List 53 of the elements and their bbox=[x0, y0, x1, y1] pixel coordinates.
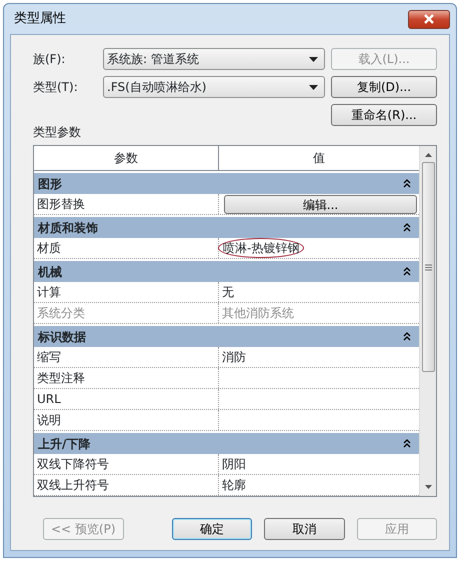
dropdown[interactable]: .FS(自动喷淋给水) bbox=[103, 76, 325, 98]
column-header[interactable]: 参数 bbox=[34, 146, 219, 170]
field-label: 族(F): bbox=[33, 51, 66, 68]
group-label: 材质和装饰 bbox=[38, 220, 98, 236]
group-label: 标识数据 bbox=[38, 328, 86, 346]
parameter-name: 系统分类 bbox=[34, 303, 219, 323]
section-label: 类型参数 bbox=[33, 124, 82, 141]
collapse-icon[interactable] bbox=[403, 439, 411, 448]
grip-icon bbox=[424, 264, 432, 270]
dropdown-arrow-icon bbox=[309, 84, 318, 90]
group-label: 图形 bbox=[38, 176, 62, 192]
parameter-name: 材质 bbox=[34, 238, 219, 258]
parameter-name: 说明 bbox=[34, 410, 219, 430]
scroll-down-icon[interactable] bbox=[424, 484, 432, 490]
close-button[interactable] bbox=[408, 10, 450, 28]
group-header[interactable]: 标识数据 bbox=[34, 326, 419, 347]
dialog-button[interactable]: 确定 bbox=[172, 518, 252, 540]
group-label: 机械 bbox=[38, 264, 62, 280]
parameter-value: 轮廓 bbox=[222, 477, 246, 494]
scroll-up-icon[interactable] bbox=[424, 152, 432, 158]
scroll-thumb[interactable] bbox=[422, 162, 434, 372]
collapse-icon[interactable] bbox=[403, 332, 411, 341]
parameter-value: 消防 bbox=[222, 349, 246, 366]
parameter-name: 类型注释 bbox=[34, 368, 219, 388]
parameter-name: 双线上升符号 bbox=[34, 475, 219, 495]
parameter-name: URL bbox=[34, 389, 219, 409]
group-header[interactable]: 材质和装饰 bbox=[34, 217, 419, 238]
side-button[interactable]: 重命名(R)... bbox=[331, 104, 437, 126]
collapse-icon[interactable] bbox=[403, 179, 411, 188]
side-button[interactable]: 复制(D)... bbox=[331, 76, 437, 98]
parameter-value: 无 bbox=[222, 284, 234, 301]
parameter-value: 喷淋-热镀锌钢 bbox=[218, 238, 304, 258]
dialog-button[interactable]: 取消 bbox=[264, 518, 344, 540]
scrollbar[interactable] bbox=[419, 146, 436, 496]
group-label: 上升/下降 bbox=[38, 436, 90, 452]
column-header[interactable]: 值 bbox=[219, 146, 419, 170]
parameter-name: 缩写 bbox=[34, 347, 219, 367]
edit-button[interactable]: 编辑... bbox=[224, 194, 417, 214]
parameter-name: 计算 bbox=[34, 282, 219, 302]
window-title: 类型属性 bbox=[13, 10, 66, 28]
dropdown[interactable]: 系统族: 管道系统 bbox=[103, 48, 325, 70]
close-icon bbox=[423, 14, 435, 24]
parameter-name: 图形替换 bbox=[34, 194, 219, 214]
field-label: 类型(T): bbox=[33, 79, 79, 96]
group-header[interactable]: 机械 bbox=[34, 261, 419, 282]
dropdown-arrow-icon bbox=[309, 56, 318, 62]
group-header[interactable]: 上升/下降 bbox=[34, 433, 419, 454]
collapse-icon[interactable] bbox=[403, 267, 411, 276]
parameter-name: 双线下降符号 bbox=[34, 454, 219, 474]
parameter-value: 其他消防系统 bbox=[222, 305, 294, 322]
group-header[interactable]: 图形 bbox=[34, 173, 419, 194]
collapse-icon[interactable] bbox=[403, 223, 411, 232]
parameter-value: 阴阳 bbox=[222, 456, 246, 473]
